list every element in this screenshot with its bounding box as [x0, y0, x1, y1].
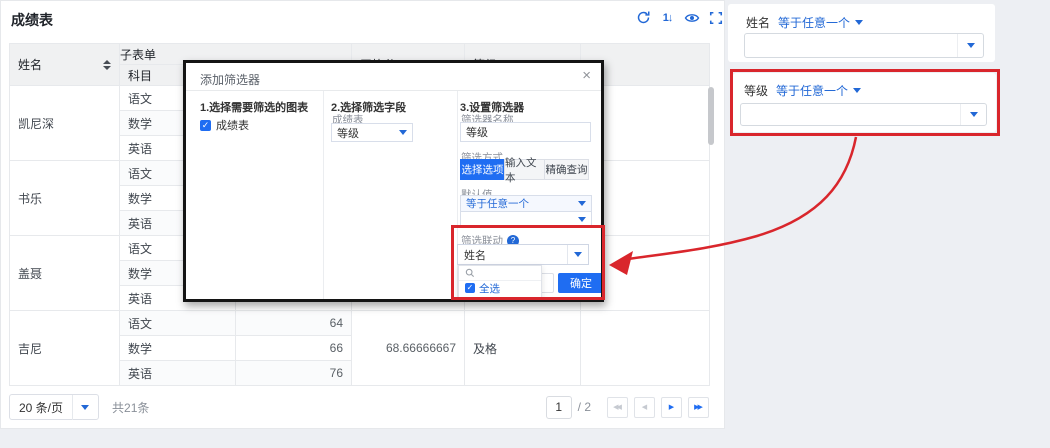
- page-number: 1: [555, 400, 562, 414]
- next-page-icon: ▶: [669, 403, 674, 411]
- filter-widget-grade: 等级 等于任意一个: [733, 73, 996, 132]
- total-pages: / 2: [578, 400, 591, 414]
- filter-method-tabs: 选择选项 输入文本 精确查询: [460, 159, 589, 180]
- filter-label: 等级: [744, 82, 768, 99]
- filter-label: 姓名: [746, 14, 770, 31]
- tab-exact-query[interactable]: 精确查询: [544, 159, 589, 180]
- linkage-dropdown-panel: ✓ 全选 ✓ 姓名: [458, 265, 542, 302]
- confirm-button[interactable]: 确定: [558, 273, 604, 293]
- dropdown-option-name[interactable]: ✓ 姓名: [459, 295, 541, 302]
- chevron-down-icon: [578, 201, 586, 206]
- field-select-value: 等级: [337, 125, 359, 141]
- column-header-name[interactable]: 姓名: [10, 44, 120, 86]
- last-page-icon: ▶▶: [694, 403, 701, 411]
- card-toolbar: 1↓: [635, 9, 724, 26]
- divider: [323, 91, 324, 299]
- subject-cell: 英语: [120, 361, 236, 386]
- table-row: 吉尼 语文 64 68.66666667 及格: [10, 311, 710, 336]
- score-cell: 64: [236, 311, 352, 336]
- filter-condition-label: 等于任意一个: [776, 82, 848, 99]
- card-title: 成绩表: [11, 10, 53, 30]
- close-icon[interactable]: ×: [582, 67, 591, 84]
- dashboard-canvas: 成绩表 1↓ 姓名 子表单: [0, 0, 1050, 448]
- chevron-down-icon: [855, 20, 863, 25]
- student-name-cell: 书乐: [10, 161, 120, 236]
- sort-arrows-icon[interactable]: [103, 60, 111, 70]
- chevron-down-icon: [853, 88, 861, 93]
- filter-name-value: 等级: [466, 124, 488, 140]
- chevron-down-icon: [81, 405, 89, 410]
- default-value-select[interactable]: [460, 211, 592, 228]
- field-select[interactable]: 等级: [331, 123, 413, 142]
- divider: [186, 90, 601, 91]
- linkage-select[interactable]: 姓名: [457, 244, 589, 265]
- divider: [72, 395, 73, 420]
- column-header-name-label: 姓名: [18, 56, 42, 73]
- modal-title: 添加筛选器: [200, 71, 260, 88]
- default-condition-select[interactable]: 等于任意一个: [460, 195, 592, 212]
- filter-condition-link[interactable]: 等于任意一个: [776, 82, 861, 99]
- student-name-cell: 吉尼: [10, 311, 120, 386]
- filter-widget-name: 姓名 等于任意一个: [728, 4, 995, 62]
- refresh-icon[interactable]: [635, 9, 652, 26]
- tab-input-text[interactable]: 输入文本: [504, 159, 545, 180]
- default-condition-value: 等于任意一个: [466, 196, 529, 211]
- eye-icon[interactable]: [683, 9, 700, 26]
- chevron-down-icon: [970, 112, 978, 117]
- first-page-icon: ◀◀: [613, 403, 620, 411]
- average-cell: 68.66666667: [352, 311, 465, 386]
- prev-page-button[interactable]: ◀: [634, 397, 655, 418]
- page-size-select[interactable]: 20 条/页: [9, 394, 99, 420]
- total-count: 共21条: [112, 399, 149, 416]
- filter-value-select[interactable]: [744, 33, 984, 58]
- page-size-label: 20 条/页: [19, 399, 63, 416]
- grade-cell: 及格: [465, 311, 581, 386]
- prev-page-icon: ◀: [642, 403, 647, 411]
- score-cell: 66: [236, 336, 352, 361]
- add-filter-modal: 添加筛选器 × 1.选择需要筛选的图表 ✓ 成绩表 2.选择筛选字段 成绩表 等…: [183, 60, 604, 302]
- chart-checkbox-row[interactable]: ✓ 成绩表: [200, 117, 249, 133]
- filter-value-select[interactable]: [740, 103, 987, 126]
- pagination-bar: 20 条/页 共21条 1 / 2 ◀◀ ◀ ▶ ▶▶: [9, 392, 709, 422]
- fullscreen-icon[interactable]: [707, 9, 724, 26]
- extra-cell: [581, 311, 710, 386]
- chevron-down-icon: [967, 43, 975, 48]
- student-name-cell: 凯尼深: [10, 86, 120, 161]
- student-name-cell: 盖聂: [10, 236, 120, 311]
- filter-condition-link[interactable]: 等于任意一个: [778, 14, 863, 31]
- chart-checkbox-label: 成绩表: [216, 117, 249, 133]
- subject-cell: 语文: [120, 311, 236, 336]
- subject-cell: 数学: [120, 336, 236, 361]
- dropdown-option-label: 姓名: [479, 295, 500, 303]
- chevron-down-icon: [574, 252, 582, 257]
- step1-label: 1.选择需要筛选的图表: [200, 99, 308, 115]
- checkbox-checked-icon[interactable]: ✓: [465, 297, 475, 302]
- confirm-button-label: 确定: [570, 275, 592, 291]
- checkbox-checked-icon[interactable]: ✓: [465, 283, 475, 293]
- dropdown-search-input[interactable]: [459, 266, 541, 281]
- linkage-value: 姓名: [458, 245, 486, 264]
- filter-name-input[interactable]: 等级: [460, 122, 591, 142]
- last-page-button[interactable]: ▶▶: [688, 397, 709, 418]
- chevron-down-icon: [399, 130, 407, 135]
- table-scrollbar[interactable]: [708, 87, 714, 145]
- dropdown-option-label: 全选: [479, 281, 500, 296]
- checkbox-checked-icon[interactable]: ✓: [200, 120, 211, 131]
- sort-icon[interactable]: 1↓: [659, 9, 676, 26]
- chevron-down-icon: [578, 217, 586, 222]
- next-page-button[interactable]: ▶: [661, 397, 682, 418]
- page-number-input[interactable]: 1: [546, 396, 572, 419]
- dropdown-option-select-all[interactable]: ✓ 全选: [459, 281, 541, 295]
- search-icon: [465, 268, 475, 278]
- score-cell: 76: [236, 361, 352, 386]
- tab-select-option[interactable]: 选择选项: [460, 159, 505, 180]
- first-page-button[interactable]: ◀◀: [607, 397, 628, 418]
- filter-condition-label: 等于任意一个: [778, 14, 850, 31]
